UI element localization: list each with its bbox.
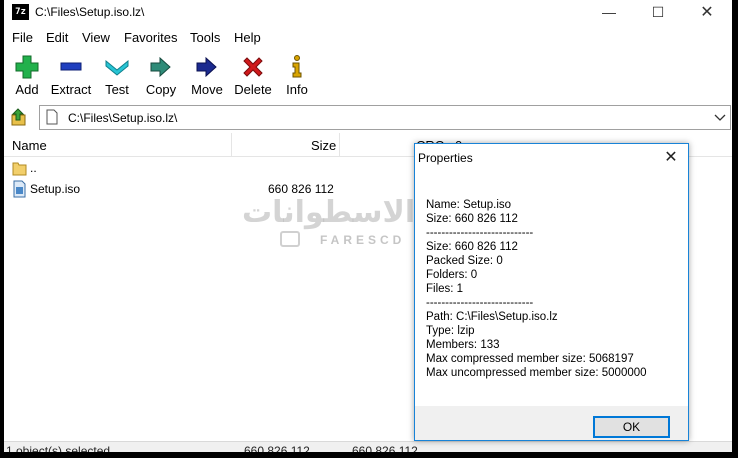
window-title: C:\Files\Setup.iso.lz\ [35, 5, 145, 19]
arrow-right-icon [196, 56, 217, 78]
x-icon [243, 57, 263, 77]
property-line: Members: 133 [426, 339, 500, 351]
property-line: Size: 660 826 112 [426, 213, 518, 225]
list-item-name: .. [30, 161, 37, 175]
close-button[interactable]: ✕ [684, 0, 730, 25]
check-chevron-icon [105, 59, 129, 76]
property-line: Type: lzip [426, 325, 475, 337]
status-bar: 1 object(s) selected 660 826 112 660 826… [4, 441, 732, 452]
title-bar[interactable]: 7z C:\Files\Setup.iso.lz\ — ☐ ✕ [4, 0, 732, 25]
ok-button[interactable]: OK [593, 416, 670, 438]
dialog-title-bar[interactable]: Properties ✕ [415, 144, 688, 173]
app-icon: 7z [12, 4, 29, 20]
status-size: 660 826 112 [244, 444, 310, 452]
watermark-logo-icon [280, 231, 300, 247]
chevron-down-icon[interactable] [714, 110, 726, 124]
menu-tools[interactable]: Tools [190, 30, 220, 45]
property-line: Folders: 0 [426, 269, 478, 281]
extract-label: Extract [50, 82, 92, 97]
copy-button[interactable]: Copy [138, 52, 184, 100]
properties-text: Name: Setup.iso Size: 660 826 112 ------… [426, 198, 647, 380]
window-frame-edge [732, 0, 738, 458]
info-label: Info [286, 82, 308, 97]
column-divider[interactable] [339, 133, 340, 157]
property-line: Max uncompressed member size: 5000000 [426, 367, 647, 379]
menu-view[interactable]: View [82, 30, 110, 45]
double-arrow-right-icon [150, 56, 171, 78]
add-label: Add [15, 82, 39, 97]
address-path: C:\Files\Setup.iso.lz\ [68, 111, 178, 125]
status-packed-size: 660 826 112 [352, 444, 418, 452]
test-button[interactable]: Test [94, 52, 140, 100]
move-button[interactable]: Move [184, 52, 230, 100]
plus-icon [15, 55, 39, 79]
add-button[interactable]: Add [4, 52, 50, 100]
minus-icon [60, 62, 82, 71]
minimize-button[interactable]: — [586, 0, 632, 25]
property-line: Path: C:\Files\Setup.iso.lz [426, 311, 558, 323]
menu-file[interactable]: File [12, 30, 33, 45]
dialog-content: Name: Setup.iso Size: 660 826 112 ------… [415, 173, 688, 406]
property-line: Packed Size: 0 [426, 255, 503, 267]
property-line: Files: 1 [426, 283, 464, 295]
dialog-title: Properties [418, 151, 473, 165]
property-divider: ---------------------------- [426, 297, 534, 309]
property-line: Name: Setup.iso [426, 199, 512, 211]
move-label: Move [191, 82, 223, 97]
extract-button[interactable]: Extract [48, 52, 94, 100]
folder-icon [12, 162, 27, 176]
file-icon [46, 109, 58, 125]
menu-favorites[interactable]: Favorites [124, 30, 177, 45]
address-bar[interactable]: C:\Files\Setup.iso.lz\ [39, 105, 731, 130]
file-icon [13, 180, 26, 198]
info-icon [292, 55, 302, 78]
test-label: Test [105, 82, 129, 97]
property-line: Max compressed member size: 5068197 [426, 353, 634, 365]
property-line: Size: 660 826 112 [426, 241, 518, 253]
delete-button[interactable]: Delete [230, 52, 276, 100]
property-divider: ---------------------------- [426, 227, 534, 239]
properties-dialog: Properties ✕ Name: Setup.iso Size: 660 8… [414, 143, 689, 441]
menu-bar: File Edit View Favorites Tools Help [4, 28, 732, 48]
menu-edit[interactable]: Edit [46, 30, 68, 45]
list-item-size: 660 826 112 [268, 182, 334, 196]
copy-label: Copy [145, 82, 177, 97]
status-selection: 1 object(s) selected [6, 444, 111, 452]
list-item-name: Setup.iso [30, 182, 81, 196]
menu-help[interactable]: Help [234, 30, 261, 45]
folder-up-icon[interactable] [10, 107, 28, 127]
column-name[interactable]: Name [12, 138, 47, 153]
info-button[interactable]: Info [274, 52, 320, 100]
dialog-close-button[interactable]: ✕ [660, 147, 682, 169]
toolbar: Add Extract Test Copy Move Delete Info [4, 52, 732, 100]
app-window: 7z C:\Files\Setup.iso.lz\ — ☐ ✕ File Edi… [4, 0, 732, 452]
watermark-latin-text: FARESCD [320, 233, 406, 247]
column-divider[interactable] [231, 133, 232, 157]
column-size[interactable]: Size [311, 138, 336, 153]
watermark-arabic-text: الاسطوانات [242, 195, 416, 230]
delete-label: Delete [234, 82, 272, 97]
maximize-button[interactable]: ☐ [635, 0, 681, 25]
